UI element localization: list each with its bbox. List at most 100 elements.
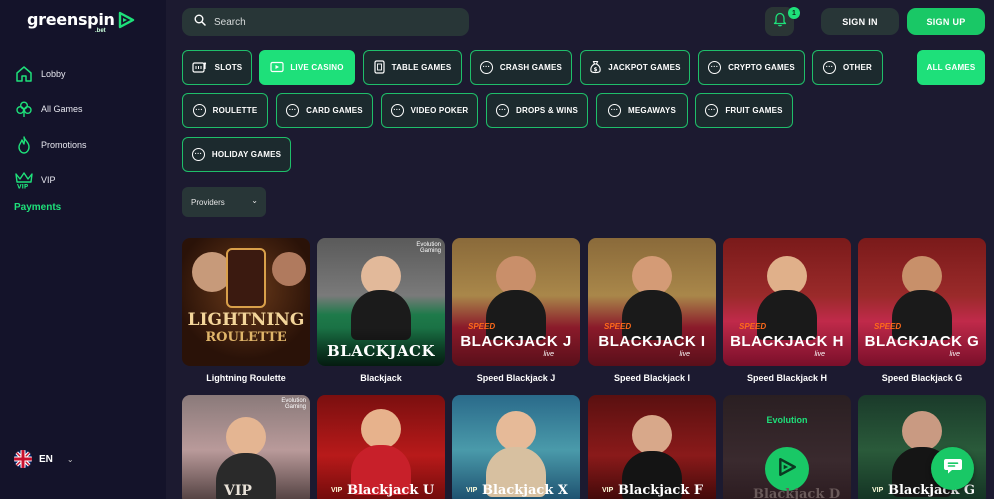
sidebar-item-label: All Games [41,104,83,115]
category-megaways[interactable]: ··· MEGAWAYS [596,93,688,128]
play-icon [777,457,797,482]
category-jackpot-games[interactable]: $ JACKPOT GAMES [580,50,690,85]
game-tile-speed-blackjack-h[interactable]: SPEED BLACKJACK H live [723,238,851,366]
dots-icon: ··· [479,61,493,74]
home-icon [14,64,34,84]
lightning-emblem [226,248,266,308]
uk-flag-icon [14,450,32,468]
chat-button[interactable] [931,447,974,490]
game-art-title: BLACKJACK J [460,333,572,350]
game-art-title: BLACKJACK H [730,333,844,350]
game-art-title: LIGHTNING [187,310,305,330]
dots-icon: ··· [823,61,836,74]
game-tile-vip-blackjack[interactable]: Evolution Gaming VIP [182,395,310,499]
game-title: Lightning Roulette [206,373,286,383]
language-selector[interactable]: EN ⌄ [14,450,74,468]
category-label: OTHER [843,63,872,72]
game-art-title: VIP [224,483,252,499]
speed-tag: SPEED [874,322,902,331]
game-tile-vip-blackjack-u[interactable]: VIP Blackjack U [317,395,445,499]
provider-label: Evolution [766,415,808,425]
game-title: Speed Blackjack H [746,373,828,383]
providers-dropdown[interactable]: Providers ⌄ [182,187,266,217]
dots-icon: ··· [705,104,719,117]
category-label: CRYPTO GAMES [728,63,795,72]
bell-icon [773,11,787,32]
game-tile-vip-blackjack-f[interactable]: VIP Blackjack F [588,395,716,499]
category-label: HOLIDAY GAMES [211,150,282,159]
sidebar-item-vip[interactable]: VIP VIP [14,163,154,199]
category-label: CARD GAMES [306,106,363,115]
live-tag: live [814,351,825,358]
game-art-title: Blackjack X [482,483,568,498]
providers-label: Providers [191,197,225,207]
game-tile-evolution-blackjack-d[interactable]: Evolution Blackjack D [723,395,851,499]
live-icon [270,61,284,75]
category-label: ROULETTE [212,106,258,115]
sidebar-nav: Lobby All Games Promotions VIP VIP Payme… [14,56,154,213]
vip-tag: VIP [602,487,614,494]
game-art-subtitle: ROULETTE [205,330,287,345]
dots-icon: ··· [708,61,722,74]
game-tile-speed-blackjack-j[interactable]: SPEED BLACKJACK J live [452,238,580,366]
game-title: Speed Blackjack J [476,373,556,383]
provider-tag: Evolution Gaming [281,398,306,410]
sidebar-item-label: Lobby [41,68,66,79]
game-title: Speed Blackjack G [881,373,963,383]
game-tile-speed-blackjack-i[interactable]: SPEED BLACKJACK I live [588,238,716,366]
sidebar-item-promotions[interactable]: Promotions [14,127,154,163]
game-tile-speed-blackjack-g[interactable]: SPEED BLACKJACK G live [858,238,986,366]
dots-icon: ··· [286,104,300,117]
play-logo-icon [117,11,135,34]
game-tile-blackjack[interactable]: Evolution Gaming BLACKJACK [317,238,445,366]
svg-text:$: $ [594,67,598,73]
game-tile-lightning-roulette[interactable]: LIGHTNING ROULETTE [182,238,310,366]
game-art-title: Blackjack U [347,483,435,498]
live-tag: live [679,351,690,358]
sign-in-button[interactable]: SIGN IN [821,8,899,35]
category-holiday-games[interactable]: ··· HOLIDAY GAMES [182,137,291,172]
sidebar-item-all-games[interactable]: All Games [14,92,154,128]
category-crash-games[interactable]: ··· CRASH GAMES [470,50,572,85]
category-all-games[interactable]: ALL GAMES [917,50,985,85]
game-tile-vip-blackjack-x[interactable]: VIP Blackjack X [452,395,580,499]
brand-logo[interactable]: greenspin .bet [27,10,135,34]
svg-text:VIP: VIP [17,184,29,190]
clover-icon [14,99,34,119]
live-tag: live [543,351,554,358]
game-title: Speed Blackjack I [613,373,691,383]
category-slots[interactable]: SLOTS [182,50,252,85]
category-label: CRASH GAMES [499,63,563,72]
category-live-casino[interactable]: LIVE CASINO [259,50,355,85]
slot-icon [192,61,208,75]
dots-icon: ··· [390,104,404,117]
dealer-image [902,411,942,451]
category-label: MEGAWAYS [628,106,676,115]
search-bar[interactable] [182,8,469,36]
sidebar-item-lobby[interactable]: Lobby [14,56,154,92]
search-icon [194,13,206,31]
category-drops-wins[interactable]: ··· DROPS & WINS [486,93,588,128]
moneybag-icon: $ [589,60,602,76]
sidebar-item-label: Promotions [41,139,87,150]
sidebar-item-payments[interactable]: Payments [14,202,154,213]
search-input[interactable] [214,16,454,28]
game-title: Blackjack [360,373,402,383]
category-video-poker[interactable]: ··· VIDEO POKER [381,93,478,128]
category-fruit-games[interactable]: ··· FRUIT GAMES [695,93,793,128]
play-button[interactable] [765,447,809,491]
category-other[interactable]: ··· OTHER [812,50,883,85]
sidebar-item-label: VIP [41,175,56,186]
category-roulette[interactable]: ··· ROULETTE [182,93,268,128]
category-crypto-games[interactable]: ··· CRYPTO GAMES [698,50,805,85]
category-label: TABLE GAMES [391,63,452,72]
notification-badge: 1 [788,7,800,19]
game-art-title: BLACKJACK I [598,333,706,350]
category-label: JACKPOT GAMES [608,63,681,72]
category-card-games[interactable]: ··· CARD GAMES [276,93,373,128]
dealer-image [272,252,306,286]
category-table-games[interactable]: TABLE GAMES [363,50,462,85]
sign-up-button[interactable]: SIGN UP [907,8,985,35]
speed-tag: SPEED [739,322,767,331]
vip-tag: VIP [331,487,343,494]
